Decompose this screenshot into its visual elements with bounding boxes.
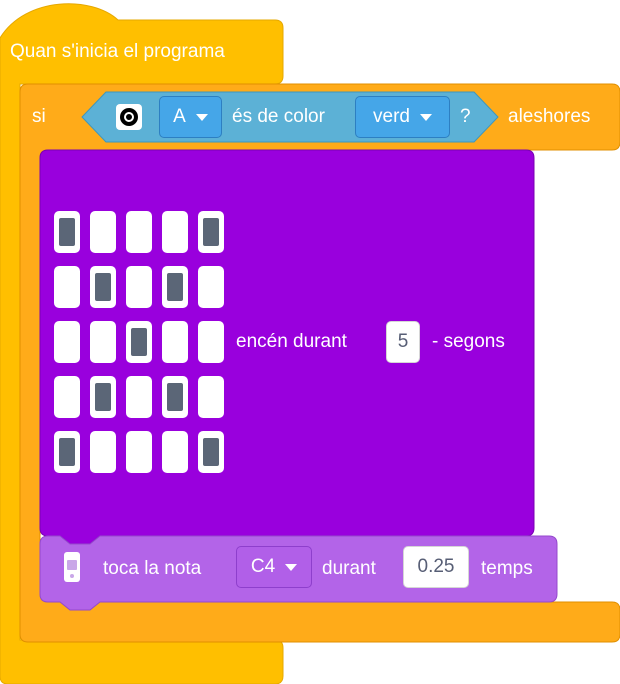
led-pixel[interactable] <box>198 321 224 363</box>
seconds-label: - segons <box>432 331 505 352</box>
duration-input[interactable]: 5 <box>386 321 420 363</box>
led-pixel[interactable] <box>198 431 224 473</box>
led-pixel-lit <box>95 383 111 411</box>
color-dropdown-value: verd <box>373 106 410 127</box>
led-pixel[interactable] <box>126 431 152 473</box>
port-dropdown[interactable]: A <box>159 96 222 138</box>
chevron-down-icon <box>195 113 208 121</box>
led-pixel[interactable] <box>54 266 80 308</box>
led-pixel[interactable] <box>162 321 188 363</box>
chevron-down-icon <box>419 113 432 121</box>
led-pixel[interactable] <box>198 211 224 253</box>
led-pixel[interactable] <box>90 321 116 363</box>
led-pixel[interactable] <box>126 376 152 418</box>
led-pixel[interactable] <box>54 211 80 253</box>
beats-input[interactable]: 0.25 <box>403 546 469 588</box>
port-dropdown-value: A <box>173 106 186 127</box>
is-color-label: és de color <box>232 106 325 127</box>
hat-block-label: Quan s'inicia el programa <box>10 41 225 62</box>
chevron-down-icon <box>285 563 298 571</box>
led-pixel[interactable] <box>90 211 116 253</box>
led-pixel-lit <box>95 273 111 301</box>
led-pixel[interactable] <box>54 376 80 418</box>
led-matrix[interactable] <box>54 211 226 473</box>
led-pixel-lit <box>131 328 147 356</box>
led-pixel[interactable] <box>162 211 188 253</box>
led-pixel[interactable] <box>126 266 152 308</box>
led-pixel[interactable] <box>126 321 152 363</box>
color-dropdown[interactable]: verd <box>355 96 450 138</box>
for-label: durant <box>322 558 376 579</box>
light-up-label: encén durant <box>236 331 347 352</box>
led-pixel[interactable] <box>90 431 116 473</box>
led-pixel[interactable] <box>198 376 224 418</box>
question-label: ? <box>460 106 471 127</box>
if-label: si <box>32 106 46 127</box>
led-pixel-lit <box>203 438 219 466</box>
led-pixel[interactable] <box>126 211 152 253</box>
led-pixel[interactable] <box>54 431 80 473</box>
led-pixel-lit <box>167 273 183 301</box>
note-dropdown-value: C4 <box>250 556 276 577</box>
led-pixel[interactable] <box>198 266 224 308</box>
led-pixel[interactable] <box>90 266 116 308</box>
led-pixel-lit <box>167 383 183 411</box>
led-pixel[interactable] <box>54 321 80 363</box>
led-pixel[interactable] <box>162 266 188 308</box>
led-pixel-lit <box>59 218 75 246</box>
led-pixel[interactable] <box>162 376 188 418</box>
led-pixel[interactable] <box>90 376 116 418</box>
note-dropdown[interactable]: C4 <box>236 546 312 588</box>
hub-icon <box>64 552 80 582</box>
beats-label: temps <box>481 558 533 579</box>
then-label: aleshores <box>508 106 591 127</box>
led-pixel-lit <box>59 438 75 466</box>
led-pixel-lit <box>203 218 219 246</box>
led-pixel[interactable] <box>162 431 188 473</box>
color-sensor-icon <box>116 104 142 130</box>
play-note-label: toca la nota <box>103 558 202 579</box>
